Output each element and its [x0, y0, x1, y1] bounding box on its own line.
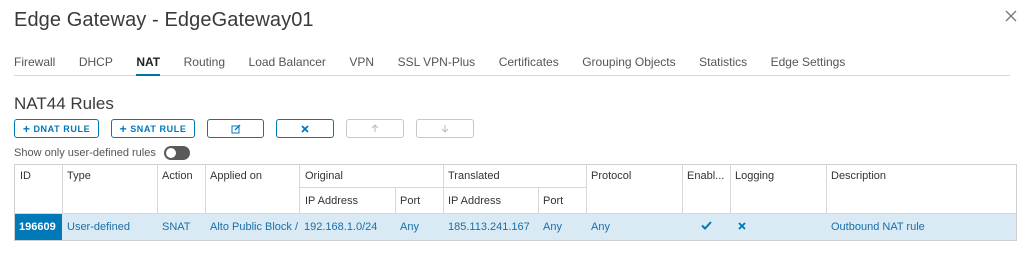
add-dnat-rule-button[interactable]: + DNAT RULE	[14, 119, 99, 138]
column-header-action[interactable]: Action	[157, 165, 205, 187]
column-divider	[826, 165, 827, 213]
user-defined-filter: Show only user-defined rules	[14, 146, 190, 160]
x-icon	[301, 124, 309, 133]
nat-rules-grid: ID Type Action Applied on Original Trans…	[14, 164, 1017, 241]
user-defined-toggle[interactable]	[163, 146, 190, 160]
tab-vpn[interactable]: VPN	[349, 46, 374, 76]
section-title: NAT44 Rules	[14, 94, 114, 113]
cell-original-port: Any	[400, 221, 419, 233]
cell-applied-on: Alto Public Block /	[210, 221, 299, 233]
column-header-enabled[interactable]: Enabl...	[682, 165, 730, 187]
user-defined-filter-label: Show only user-defined rules	[14, 147, 156, 159]
tab-certificates[interactable]: Certificates	[499, 46, 559, 76]
column-header-protocol[interactable]: Protocol	[586, 165, 682, 187]
column-divider	[62, 165, 63, 213]
column-header-applied-on[interactable]: Applied on	[205, 165, 299, 187]
cell-type: User-defined	[67, 221, 130, 233]
arrow-up-icon	[371, 124, 379, 133]
column-divider	[682, 165, 683, 213]
column-divider	[538, 188, 539, 213]
column-header-translated-port[interactable]: Port	[538, 188, 586, 213]
column-divider	[443, 165, 444, 213]
move-up-button[interactable]	[346, 119, 404, 138]
column-divider	[586, 165, 587, 213]
column-header-original-port[interactable]: Port	[395, 188, 443, 213]
cell-id: 196609	[15, 214, 62, 240]
plus-icon: +	[119, 121, 128, 136]
dialog-title: Edge Gateway - EdgeGateway01	[14, 9, 314, 31]
tab-load-balancer[interactable]: Load Balancer	[249, 46, 326, 76]
column-header-translated: Translated	[448, 170, 500, 182]
column-divider	[299, 165, 300, 213]
column-header-translated-ip[interactable]: IP Address	[443, 188, 538, 213]
cell-original-ip: 192.168.1.0/24	[304, 221, 378, 233]
column-header-original-ip[interactable]: IP Address	[300, 188, 395, 213]
plus-icon: +	[22, 121, 31, 136]
column-divider	[205, 165, 206, 213]
tab-edge-settings[interactable]: Edge Settings	[771, 46, 846, 76]
close-icon[interactable]	[1004, 9, 1020, 25]
cell-protocol: Any	[591, 221, 610, 233]
checkmark-icon	[700, 221, 712, 233]
edit-rule-button[interactable]	[207, 119, 264, 138]
cell-translated-port: Any	[543, 221, 562, 233]
column-divider	[395, 188, 396, 213]
dnat-rule-label: DNAT RULE	[33, 123, 91, 134]
column-header-id[interactable]: ID	[15, 165, 62, 187]
column-header-type[interactable]: Type	[62, 165, 157, 187]
column-divider	[157, 165, 158, 213]
tab-firewall[interactable]: Firewall	[14, 46, 55, 76]
table-row[interactable]: 196609 User-defined SNAT Alto Public Blo…	[15, 214, 1016, 240]
tab-grouping-objects[interactable]: Grouping Objects	[582, 46, 675, 76]
column-header-logging[interactable]: Logging	[730, 165, 826, 187]
move-down-button[interactable]	[416, 119, 474, 138]
tab-nat[interactable]: NAT	[136, 46, 161, 76]
column-divider	[730, 165, 731, 213]
rules-toolbar: + DNAT RULE + SNAT RULE	[14, 119, 474, 138]
edit-icon	[231, 124, 241, 134]
x-icon	[738, 221, 746, 233]
add-snat-rule-button[interactable]: + SNAT RULE	[111, 119, 195, 138]
cell-translated-ip: 185.113.241.167	[448, 221, 530, 233]
arrow-down-icon	[441, 124, 449, 133]
cell-description: Outbound NAT rule	[831, 221, 925, 233]
tab-routing[interactable]: Routing	[184, 46, 225, 76]
column-header-description[interactable]: Description	[826, 165, 1016, 187]
tab-statistics[interactable]: Statistics	[699, 46, 747, 76]
tab-dhcp[interactable]: DHCP	[79, 46, 113, 76]
delete-rule-button[interactable]	[276, 119, 334, 138]
tab-bar: Firewall DHCP NAT Routing Load Balancer …	[14, 46, 1010, 76]
column-header-original: Original	[305, 170, 343, 182]
snat-rule-label: SNAT RULE	[130, 123, 187, 134]
cell-logging	[730, 214, 754, 240]
cell-action: SNAT	[162, 221, 191, 233]
toggle-knob	[165, 148, 176, 158]
tab-ssl-vpn-plus[interactable]: SSL VPN-Plus	[398, 46, 476, 76]
cell-enabled	[682, 214, 730, 240]
